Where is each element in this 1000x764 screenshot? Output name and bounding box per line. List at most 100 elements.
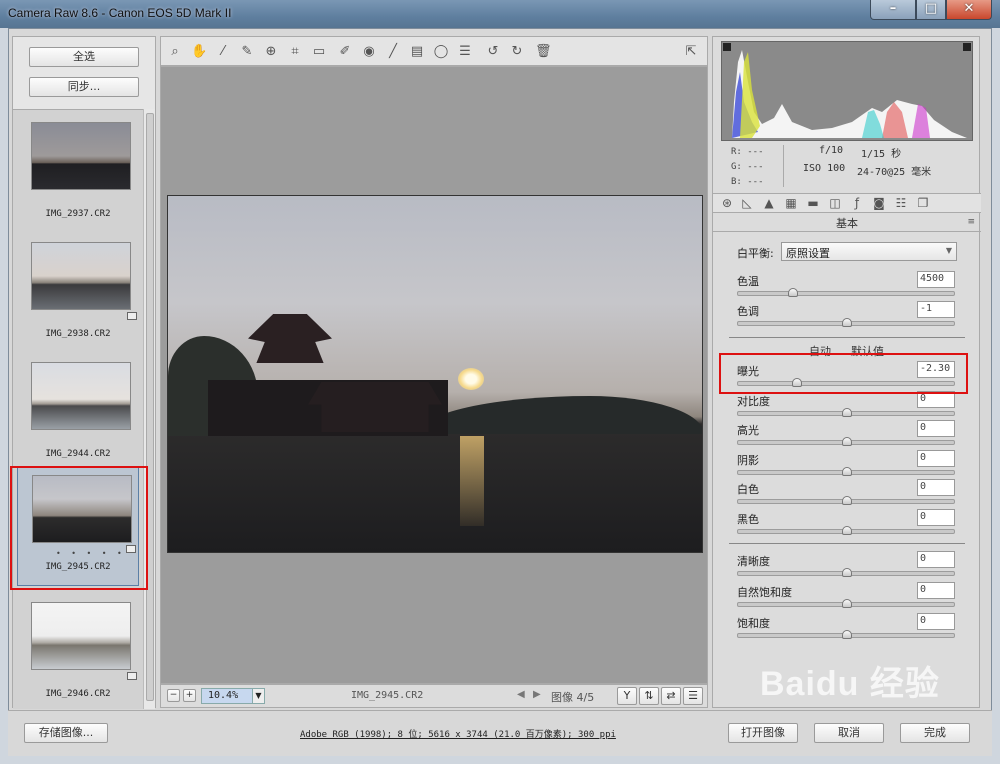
- chevron-down-icon[interactable]: ▼: [252, 688, 265, 704]
- slider-value-field[interactable]: 0: [917, 613, 955, 630]
- slider-handle[interactable]: [842, 318, 852, 327]
- graduated-filter-icon[interactable]: ▤: [409, 44, 425, 60]
- slider-handle[interactable]: [842, 568, 852, 577]
- tab-snapshots-icon[interactable]: ❐: [915, 196, 931, 211]
- thumbnail-list[interactable]: IMG_2937.CR2 IMG_2938.CR2 IMG_2944.CR2 •…: [13, 109, 143, 709]
- maximize-button[interactable]: □: [916, 0, 946, 20]
- slider-track[interactable]: [737, 568, 955, 577]
- adjustment-brush-icon[interactable]: ╱: [385, 44, 401, 60]
- filmstrip-scrollbar[interactable]: [143, 109, 155, 709]
- slider-value-field[interactable]: 0: [917, 551, 955, 568]
- slider-value-field[interactable]: 0: [917, 420, 955, 437]
- tab-hsl-icon[interactable]: ▦: [783, 196, 799, 211]
- slider-track[interactable]: [737, 599, 955, 608]
- panel-divider: [729, 543, 965, 544]
- done-button[interactable]: 完成: [900, 723, 970, 743]
- g-value: ---: [747, 162, 764, 172]
- panel-divider: [729, 337, 965, 338]
- export-icon[interactable]: ⇱: [683, 44, 699, 60]
- white-balance-icon[interactable]: ⁄: [215, 44, 231, 60]
- image-info: R: --- G: --- B: --- f/10 1/15 秒 ISO 100…: [721, 143, 973, 187]
- list-icon[interactable]: ☰: [457, 44, 473, 60]
- targeted-adjust-icon[interactable]: ⊕: [263, 44, 279, 60]
- hand-icon[interactable]: ✋: [191, 44, 207, 60]
- synchronize-button[interactable]: 同步...: [29, 77, 139, 97]
- slider-track[interactable]: [737, 630, 955, 639]
- slider-handle[interactable]: [842, 437, 852, 446]
- trash-icon[interactable]: 🗑: [535, 44, 552, 60]
- slider-handle[interactable]: [787, 288, 798, 297]
- zoom-in-button[interactable]: +: [183, 689, 196, 702]
- preferences-icon[interactable]: ☰: [683, 687, 703, 705]
- slider-handle[interactable]: [842, 466, 852, 476]
- prev-image-icon[interactable]: ◀: [517, 689, 525, 700]
- tab-effects-icon[interactable]: ƒ: [849, 196, 865, 211]
- slider-track[interactable]: [737, 288, 955, 297]
- slider-handle[interactable]: [842, 496, 852, 505]
- slider-track[interactable]: [737, 407, 955, 417]
- white-balance-select[interactable]: 原照设置 ▼: [781, 242, 957, 261]
- slider-value-field[interactable]: 0: [917, 449, 955, 467]
- tab-tone-curve-icon[interactable]: ◺: [739, 196, 755, 211]
- treeline-shape: [418, 396, 702, 434]
- slider-label: 对比度: [737, 394, 770, 408]
- swap-settings-icon[interactable]: ⇅: [639, 687, 659, 705]
- reflection-shape: [460, 436, 484, 526]
- tab-basic-icon[interactable]: ⊛: [719, 196, 735, 211]
- color-sampler-icon[interactable]: ✎: [239, 44, 255, 60]
- thumbnail-filename: IMG_2944.CR2: [45, 449, 111, 459]
- tab-detail-icon[interactable]: ▲: [761, 196, 777, 211]
- open-image-button[interactable]: 打开图像: [728, 723, 798, 743]
- slider-value-field[interactable]: 0: [917, 582, 955, 599]
- select-all-button[interactable]: 全选: [29, 47, 139, 67]
- slider-track[interactable]: [737, 466, 955, 476]
- thumbnail-image: [31, 602, 131, 670]
- tab-lens-icon[interactable]: ◫: [827, 196, 843, 211]
- scrollbar-thumb[interactable]: [146, 113, 154, 701]
- next-image-icon[interactable]: ▶: [533, 689, 541, 700]
- slider-value-field[interactable]: -1: [917, 301, 955, 318]
- slider-label: 饱和度: [737, 617, 770, 630]
- close-button[interactable]: ✕: [946, 0, 992, 20]
- slider-handle[interactable]: [842, 407, 852, 417]
- before-after-icon[interactable]: Y: [617, 687, 637, 705]
- lens-value: 24-70@25 毫米: [857, 167, 932, 178]
- slider-track[interactable]: [737, 437, 955, 446]
- sun-shape: [458, 368, 484, 390]
- minimize-button[interactable]: –: [870, 0, 916, 20]
- radial-filter-icon[interactable]: ◯: [433, 44, 449, 60]
- slider-handle[interactable]: [842, 599, 852, 608]
- thumbnail-item[interactable]: IMG_2937.CR2: [17, 114, 139, 232]
- cancel-button[interactable]: 取消: [814, 723, 884, 743]
- slider-handle[interactable]: [842, 630, 852, 639]
- tab-split-toning-icon[interactable]: ▬: [805, 196, 821, 211]
- panel-menu-icon[interactable]: ≡: [967, 217, 975, 227]
- slider-label: 色调: [737, 305, 759, 318]
- tab-presets-icon[interactable]: ☷: [893, 196, 909, 211]
- preview-image[interactable]: [167, 195, 703, 553]
- zoom-out-button[interactable]: −: [167, 689, 180, 702]
- rotate-ccw-icon[interactable]: ↺: [485, 44, 501, 60]
- workflow-options-link[interactable]: Adobe RGB (1998); 8 位; 5616 x 3744 (21.0…: [300, 727, 616, 740]
- copy-settings-icon[interactable]: ⇄: [661, 687, 681, 705]
- g-label: G:: [731, 162, 742, 172]
- tab-camera-calibration-icon[interactable]: ◙: [871, 196, 887, 211]
- thumbnail-filename: IMG_2937.CR2: [45, 209, 111, 219]
- save-image-button[interactable]: 存储图像...: [24, 723, 108, 743]
- rotate-cw-icon[interactable]: ↻: [509, 44, 525, 60]
- slider-track[interactable]: [737, 496, 955, 505]
- thumbnail-item[interactable]: IMG_2944.CR2: [17, 354, 139, 472]
- thumbnail-item[interactable]: IMG_2946.CR2: [17, 594, 139, 712]
- thumbnail-item[interactable]: IMG_2938.CR2: [17, 234, 139, 352]
- spot-removal-icon[interactable]: ✐: [337, 44, 353, 60]
- straighten-icon[interactable]: ▭: [311, 44, 327, 60]
- crop-icon[interactable]: ⌗: [287, 44, 303, 60]
- slider-value-field[interactable]: 0: [917, 479, 955, 496]
- slider-handle[interactable]: [842, 525, 852, 535]
- red-eye-icon[interactable]: ◉: [361, 44, 377, 60]
- slider-track[interactable]: [737, 525, 955, 535]
- slider-value-field[interactable]: 0: [917, 508, 955, 526]
- zoom-icon[interactable]: ⌕: [167, 44, 183, 60]
- slider-value-field[interactable]: 4500: [917, 271, 955, 288]
- slider-track[interactable]: [737, 318, 955, 327]
